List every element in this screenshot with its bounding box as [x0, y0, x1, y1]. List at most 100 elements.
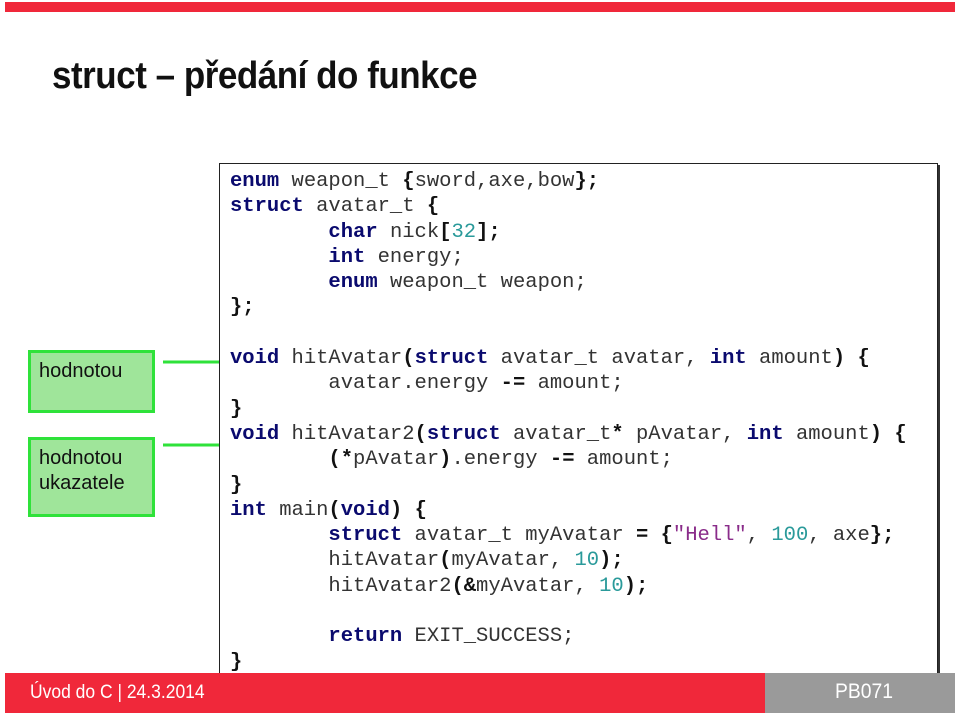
code-keyword: enum	[328, 271, 378, 295]
code-line: struct avatar_t myAvatar = {"Hell", 100,…	[230, 523, 907, 548]
code-keyword: int	[328, 245, 366, 269]
code-token: hitAvatar	[279, 347, 403, 371]
code-token: {	[894, 422, 907, 446]
code-line: (*pAvatar).energy -= amount;	[230, 447, 907, 472]
code-token: energy;	[365, 245, 464, 269]
code-line: void hitAvatar2(struct avatar_t* pAvatar…	[230, 422, 907, 447]
code-number: 10	[574, 549, 600, 573]
code-token: (	[414, 422, 427, 446]
code-number: 10	[599, 574, 624, 598]
code-listing: enum weapon_t {sword,axe,bow}; struct ava…	[230, 169, 907, 675]
code-token: (	[439, 549, 452, 573]
code-token: sword,axe,bow	[414, 170, 575, 193]
code-token: };	[869, 524, 895, 548]
label-by-value-text: hodnotou	[39, 360, 123, 382]
code-line: hitAvatar(myAvatar, 10);	[230, 548, 907, 573]
code-token: )	[832, 347, 846, 371]
code-keyword: char	[328, 220, 378, 244]
code-token: =	[635, 524, 649, 548]
code-token: amount;	[574, 448, 673, 472]
code-token: myAvatar,	[476, 574, 600, 598]
code-line: void hitAvatar(struct avatar_t avatar, i…	[230, 346, 907, 371]
code-line: int energy;	[230, 245, 907, 270]
arrow-right-icon	[163, 357, 226, 367]
code-token: -=	[549, 448, 575, 472]
code-token: avatar_t myAvatar	[402, 524, 636, 548]
code-line: }	[230, 650, 907, 675]
code-token: avatar.energy	[230, 372, 501, 396]
code-token: -=	[500, 372, 526, 396]
code-token: )	[389, 498, 403, 522]
code-token: avatar_t	[303, 195, 427, 219]
code-token: }	[230, 650, 243, 674]
code-token: myAvatar,	[451, 549, 575, 573]
code-keyword: void	[230, 347, 280, 371]
code-token: {	[426, 195, 440, 219]
code-token: }	[230, 397, 243, 421]
code-token: weapon_t weapon;	[377, 271, 587, 295]
code-token: };	[230, 296, 255, 320]
code-token: );	[623, 574, 649, 598]
code-token: EXIT_SUCCESS;	[402, 625, 575, 649]
code-keyword: return	[328, 625, 403, 649]
code-token: (	[328, 498, 341, 522]
code-line: enum weapon_t weapon;	[230, 270, 907, 295]
code-token: {	[414, 498, 427, 522]
code-token: amount	[783, 422, 870, 446]
code-token: pAvatar,	[623, 422, 747, 446]
code-token: )	[869, 422, 883, 446]
code-line: return EXIT_SUCCESS;	[230, 624, 907, 649]
code-keyword: int	[746, 422, 784, 446]
code-token: (&	[451, 574, 477, 598]
code-token: amount	[746, 347, 833, 371]
slide-title: struct – předání do funkce	[52, 55, 478, 97]
code-token: (*	[328, 448, 354, 472]
code-keyword: int	[230, 498, 267, 522]
code-token: avatar_t avatar,	[488, 347, 710, 371]
code-token: hitAvatar2	[230, 574, 452, 598]
code-token: );	[599, 549, 624, 573]
label-by-value: hodnotou	[28, 350, 155, 413]
code-token: {	[660, 524, 673, 548]
code-token: .energy	[451, 448, 550, 472]
code-string: "Hell"	[672, 524, 747, 548]
label-by-pointer-line2: ukazatele	[39, 472, 125, 494]
code-token: pAvatar	[353, 448, 440, 472]
code-token: )	[439, 448, 452, 472]
code-token: };	[574, 170, 600, 193]
arrow-right-icon	[163, 440, 226, 450]
code-line: avatar.energy -= amount;	[230, 371, 907, 396]
code-keyword: enum	[230, 170, 280, 193]
top-accent-bar	[5, 2, 955, 12]
code-token: nick	[377, 220, 440, 244]
code-token: hitAvatar2	[279, 422, 415, 446]
code-token: main	[266, 498, 329, 522]
code-token: weapon_t	[279, 170, 403, 193]
code-keyword: struct	[230, 195, 304, 219]
code-token: }	[230, 473, 243, 497]
code-token: {	[857, 347, 870, 371]
code-token: {	[402, 170, 415, 193]
code-line: };	[230, 295, 907, 320]
code-line: hitAvatar2(&myAvatar, 10);	[230, 574, 907, 599]
code-line: }	[230, 473, 907, 498]
code-token: avatar_t	[500, 422, 612, 446]
code-number: 32	[451, 220, 477, 244]
footer-course-date: Úvod do C | 24.3.2014	[30, 682, 205, 703]
code-line: struct avatar_t {	[230, 194, 907, 219]
code-number: 100	[771, 524, 809, 548]
code-token: [	[439, 220, 452, 244]
code-line: enum weapon_t {sword,axe,bow};	[230, 169, 907, 194]
code-listing-box: enum weapon_t {sword,axe,bow}; struct ava…	[219, 163, 938, 681]
code-keyword: struct	[426, 422, 501, 446]
